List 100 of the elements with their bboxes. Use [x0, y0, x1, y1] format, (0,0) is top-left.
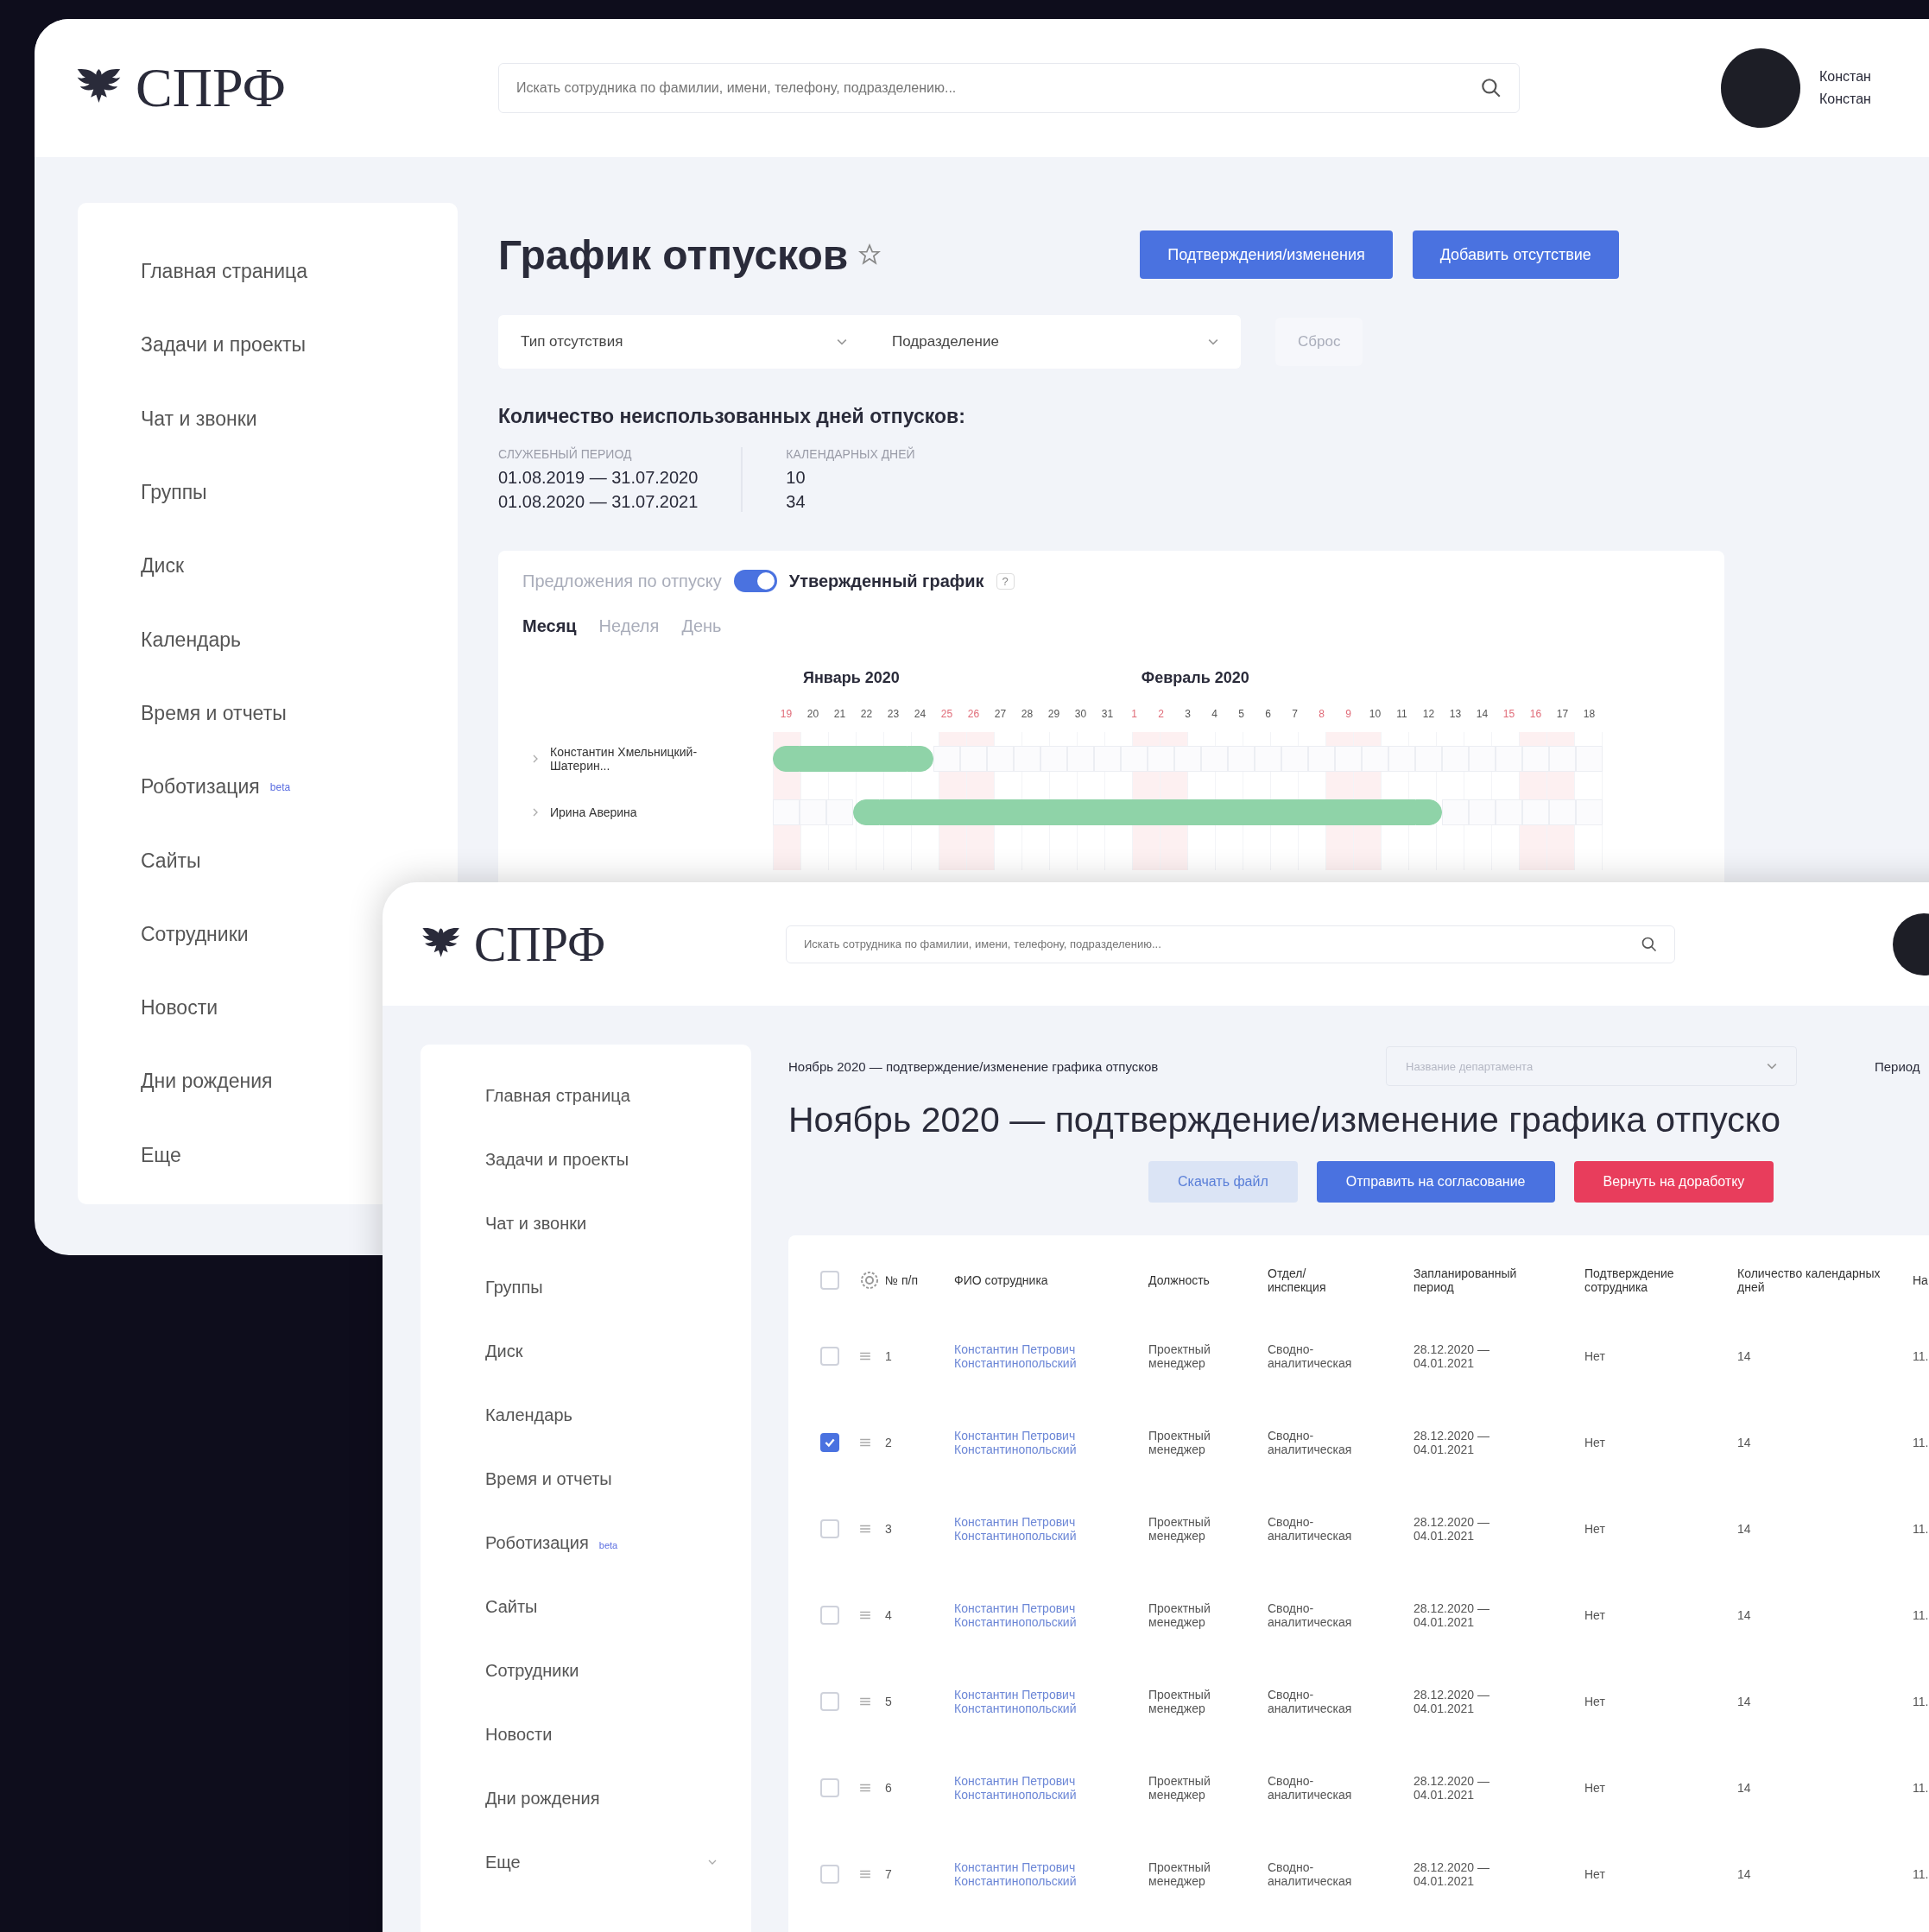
search-field[interactable]: Искать сотрудника по фамилии, имени, телефону, подразделению...: [786, 925, 1675, 963]
sidebar-item[interactable]: Еще: [485, 1830, 717, 1894]
action-button[interactable]: Отправить на согласование: [1316, 1161, 1555, 1203]
breadcrumb: Ноябрь 2020 — подтверждение/изменение графика отпусков: [788, 1058, 1160, 1074]
column-header[interactable]: Подтверждение сотрудника: [1584, 1266, 1705, 1294]
table-cell-text: 2: [885, 1436, 893, 1449]
settings-icon[interactable]: [859, 1270, 880, 1291]
sidebar-item[interactable]: Время и отчеты: [485, 1447, 717, 1511]
sidebar-item[interactable]: Календарь: [141, 603, 242, 677]
day-label: 8: [1318, 708, 1325, 720]
column-header[interactable]: Количество календарных дней: [1737, 1266, 1884, 1294]
employee-link[interactable]: Константин Петрович Константинопольский: [954, 1860, 1101, 1888]
sidebar-item[interactable]: Диск: [485, 1319, 717, 1383]
chevron-icon[interactable]: [533, 754, 538, 763]
sidebar-item[interactable]: Время и отчеты: [141, 676, 287, 751]
employee-link[interactable]: Константин Петрович Константинопольский: [954, 1601, 1101, 1629]
table-cell-text: 28.12.2020 — 04.01.2021: [1414, 1601, 1490, 1629]
column-header[interactable]: Запланированный период: [1414, 1266, 1534, 1294]
sidebar-item[interactable]: Сайты: [485, 1575, 717, 1638]
table-cell-text: 28.12.2020 — 04.01.2021: [1414, 1429, 1490, 1456]
employee-link[interactable]: Константин Петрович Константинопольский: [954, 1429, 1101, 1456]
drag-handle-icon[interactable]: [859, 1610, 871, 1620]
drag-handle-icon[interactable]: [859, 1437, 871, 1448]
sidebar-item[interactable]: Диск: [141, 529, 184, 603]
sidebar-item[interactable]: Чат и звонки: [141, 382, 257, 456]
sidebar-item[interactable]: Группы: [141, 455, 207, 530]
beta-label: beta: [269, 780, 291, 793]
table-cell-text: Проектный менеджер: [1148, 1601, 1211, 1629]
column-header[interactable]: На: [1913, 1273, 1929, 1287]
employee-name: Ирина Аверина: [550, 805, 638, 819]
sidebar-item[interactable]: Новости: [141, 970, 218, 1045]
action-button[interactable]: Добавить отсутствие: [1412, 230, 1619, 279]
sidebar-item[interactable]: Сотрудники: [485, 1638, 717, 1702]
checkbox[interactable]: [820, 1433, 839, 1452]
drag-handle-icon[interactable]: [859, 1696, 871, 1707]
sidebar-item[interactable]: Главная страница: [485, 1064, 717, 1127]
column-header[interactable]: ФИО сотрудника: [954, 1273, 1148, 1287]
day-label: 30: [1073, 708, 1088, 720]
table-cell-text: Проектный менеджер: [1148, 1515, 1211, 1543]
day-label: 6: [1264, 708, 1272, 720]
table-cell-text: 3: [885, 1522, 893, 1536]
user-name: Констан: [1819, 69, 1871, 85]
search-icon: [1480, 77, 1502, 99]
column-header[interactable]: № п/п: [885, 1273, 920, 1287]
table-cell-text: Проектный менеджер: [1148, 1429, 1211, 1456]
sidebar-item[interactable]: Новости: [485, 1702, 717, 1766]
table-cell-text: Нет: [1584, 1349, 1606, 1363]
sidebar-item[interactable]: Календарь: [485, 1383, 717, 1447]
action-button[interactable]: Подтверждения/изменения: [1140, 230, 1393, 279]
beta-label: beta: [598, 1539, 618, 1550]
drag-handle-icon[interactable]: [859, 1783, 871, 1793]
sidebar-item[interactable]: Сотрудники: [141, 897, 249, 971]
chevron-icon: [1767, 1063, 1777, 1070]
chevron-icon[interactable]: [533, 808, 538, 817]
month-label: Февраль 2020: [1141, 669, 1249, 687]
employee-link[interactable]: Константин Петрович Константинопольский: [954, 1774, 1101, 1802]
month-label: Январь 2020: [803, 669, 900, 687]
table-cell-text: Нет: [1584, 1522, 1606, 1536]
column-label: СЛУЖЕБНЫЙ ПЕРИОД: [498, 447, 633, 461]
logo-text: СПРФ: [136, 56, 286, 120]
table-cell-text: 14: [1737, 1695, 1752, 1708]
sidebar-item[interactable]: Задачи и проекты: [141, 308, 307, 382]
stat-value: 01.08.2019 — 31.07.2020: [498, 468, 699, 488]
page-title: Ноябрь 2020 — подтверждение/изменение графика отпуско: [788, 1100, 1781, 1140]
sidebar-item[interactable]: Роботизация beta: [485, 1511, 717, 1575]
sidebar-item[interactable]: Роботизация beta: [141, 750, 291, 824]
action-button[interactable]: Вернуть на доработку: [1573, 1161, 1774, 1203]
user-name: Констан: [1819, 92, 1871, 107]
drag-handle-icon[interactable]: [859, 1351, 871, 1361]
drag-handle-icon[interactable]: [859, 1869, 871, 1879]
table-cell-text: 14: [1737, 1522, 1752, 1536]
table-cell-text: 4: [885, 1608, 893, 1622]
column-header[interactable]: Отдел/ инспекция: [1268, 1266, 1354, 1294]
toggle-switch[interactable]: [733, 570, 777, 592]
sidebar-item[interactable]: Чат и звонки: [485, 1191, 717, 1255]
table-cell: 11.: [1913, 1608, 1929, 1622]
star-icon[interactable]: [858, 243, 882, 266]
search-icon: [1641, 935, 1658, 953]
sidebar-item[interactable]: Дни рождения: [141, 1045, 273, 1119]
sidebar-item[interactable]: Группы: [485, 1255, 717, 1319]
sidebar-item[interactable]: Сайты: [141, 824, 201, 898]
sidebar-item[interactable]: Дни рождения: [485, 1766, 717, 1830]
filter-dropdown[interactable]: Подразделение: [870, 315, 1241, 369]
sidebar-item[interactable]: Еще: [141, 1118, 181, 1192]
day-label: 1: [1130, 708, 1138, 720]
employee-link[interactable]: Константин Петрович Константинопольский: [954, 1342, 1101, 1370]
sidebar-item[interactable]: Задачи и проекты: [485, 1127, 717, 1191]
table-cell-text: 14: [1737, 1349, 1752, 1363]
chevron-icon: [837, 338, 847, 345]
column-header[interactable]: Должность: [1148, 1273, 1268, 1287]
filter-dropdown[interactable]: Тип отсутствия: [498, 315, 870, 369]
employee-link[interactable]: Константин Петрович Константинопольский: [954, 1688, 1101, 1715]
search-field[interactable]: Искать сотрудника по фамилии, имени, телефону, подразделению...: [498, 63, 1520, 113]
drag-handle-icon[interactable]: [859, 1524, 871, 1534]
sidebar-item[interactable]: Главная страница: [141, 235, 308, 309]
employee-link[interactable]: Константин Петрович Константинопольский: [954, 1515, 1101, 1543]
table-cell-text: 6: [885, 1781, 893, 1795]
section-heading: Количество неиспользованных дней отпусков:: [498, 405, 966, 428]
help-badge[interactable]: ?: [996, 572, 1015, 590]
view-tab[interactable]: Месяц: [522, 616, 577, 636]
